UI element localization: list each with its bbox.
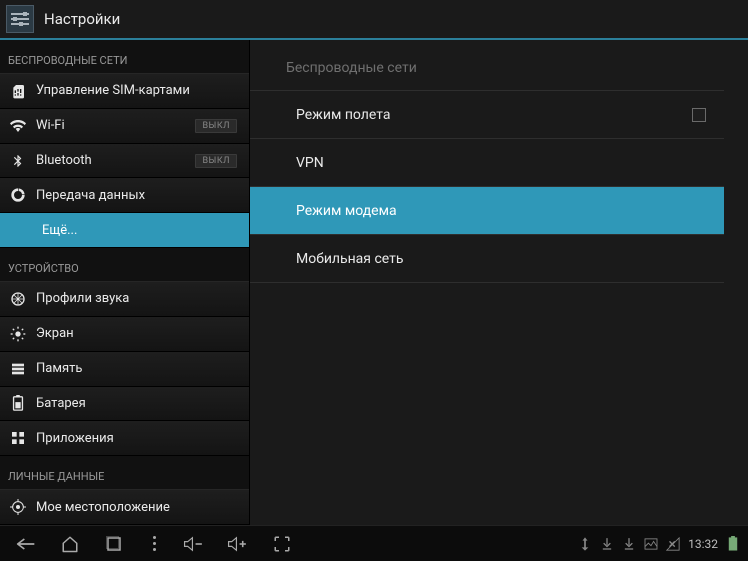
sidebar-item-location[interactable]: Мое местоположение — [0, 490, 249, 525]
main-panel: Беспроводные сети Режим полета VPN Режим… — [250, 40, 748, 525]
status-bar[interactable]: 13:32 — [576, 535, 742, 553]
main-item-mobile-network[interactable]: Мобильная сеть — [250, 235, 724, 283]
sidebar-item-more[interactable]: Ещё... — [0, 213, 249, 248]
settings-sidebar: БЕСПРОВОДНЫЕ СЕТИ Управление SIM-картами… — [0, 40, 250, 525]
nav-left-group — [6, 529, 302, 559]
main-item-label: Режим модема — [296, 203, 706, 219]
menu-button[interactable] — [138, 529, 170, 559]
sidebar-item-label: Ещё... — [36, 223, 241, 238]
sidebar-item-label: Мое местоположение — [36, 500, 241, 515]
battery-icon — [8, 393, 28, 413]
blank-icon — [8, 220, 28, 240]
main-item-tethering[interactable]: Режим модема — [250, 187, 724, 235]
volume-down-button[interactable] — [174, 529, 214, 559]
sidebar-item-wifi[interactable]: Wi-Fi ВЫКЛ — [0, 109, 249, 144]
section-header-personal: ЛИЧНЫЕ ДАННЫЕ — [0, 456, 249, 490]
status-clock: 13:32 — [686, 537, 720, 551]
section-header-wireless: БЕСПРОВОДНЫЕ СЕТИ — [0, 40, 249, 74]
system-nav-bar: 13:32 — [0, 525, 748, 561]
sidebar-item-sound[interactable]: Профили звука — [0, 282, 249, 317]
section-header-device: УСТРОЙСТВО — [0, 248, 249, 282]
sidebar-item-label: Профили звука — [36, 291, 241, 306]
action-bar: Настройки — [0, 0, 748, 40]
toggle-badge-off[interactable]: ВЫКЛ — [195, 119, 237, 133]
wifi-icon — [8, 116, 28, 136]
sound-icon — [8, 289, 28, 309]
download-icon — [598, 535, 616, 553]
apps-icon — [8, 428, 28, 448]
sidebar-item-label: Приложения — [36, 431, 241, 446]
sidebar-item-data-usage[interactable]: Передача данных — [0, 178, 249, 213]
download-icon — [620, 535, 638, 553]
sidebar-item-bluetooth[interactable]: Bluetooth ВЫКЛ — [0, 144, 249, 179]
sidebar-item-label: Экран — [36, 326, 241, 341]
sidebar-item-label: Wi-Fi — [36, 118, 195, 133]
main-item-airplane[interactable]: Режим полета — [250, 91, 724, 139]
main-item-label: Режим полета — [296, 107, 692, 123]
main-item-vpn[interactable]: VPN — [250, 139, 724, 187]
sidebar-item-display[interactable]: Экран — [0, 317, 249, 352]
sidebar-item-label: Батарея — [36, 396, 241, 411]
toggle-badge-off[interactable]: ВЫКЛ — [195, 154, 237, 168]
main-item-label: Мобильная сеть — [296, 251, 706, 267]
screenshot-button[interactable] — [262, 529, 302, 559]
bluetooth-icon — [8, 151, 28, 171]
sidebar-item-storage[interactable]: Память — [0, 352, 249, 387]
main-panel-header: Беспроводные сети — [250, 40, 724, 90]
sidebar-item-label: Bluetooth — [36, 153, 195, 168]
settings-app-icon — [6, 5, 34, 33]
storage-icon — [8, 359, 28, 379]
signal-none-icon — [664, 535, 682, 553]
location-icon — [8, 497, 28, 517]
action-bar-title: Настройки — [44, 10, 120, 28]
data-usage-icon — [8, 185, 28, 205]
battery-status-icon — [724, 535, 742, 553]
display-icon — [8, 324, 28, 344]
image-notification-icon — [642, 535, 660, 553]
sim-icon — [8, 81, 28, 101]
sidebar-item-label: Передача данных — [36, 188, 241, 203]
usb-icon — [576, 535, 594, 553]
sidebar-item-sim[interactable]: Управление SIM-картами — [0, 74, 249, 109]
sidebar-item-label: Память — [36, 361, 241, 376]
recent-apps-button[interactable] — [94, 529, 134, 559]
sidebar-item-battery[interactable]: Батарея — [0, 387, 249, 422]
checkbox-unchecked[interactable] — [692, 108, 706, 122]
back-button[interactable] — [6, 529, 46, 559]
main-item-label: VPN — [296, 155, 706, 171]
volume-up-button[interactable] — [218, 529, 258, 559]
home-button[interactable] — [50, 529, 90, 559]
sidebar-item-apps[interactable]: Приложения — [0, 421, 249, 456]
sidebar-item-label: Управление SIM-картами — [36, 83, 241, 98]
